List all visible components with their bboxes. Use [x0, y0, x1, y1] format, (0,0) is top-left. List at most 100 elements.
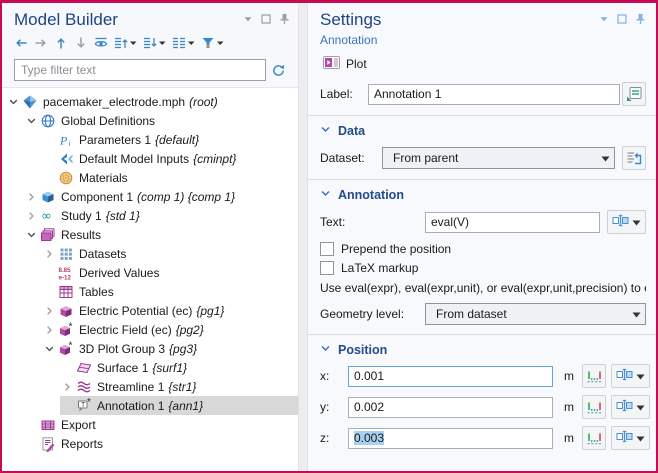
- tree-item-component-1[interactable]: Component 1(comp 1) {comp 1}: [2, 187, 298, 206]
- chevron-down-icon: [129, 35, 138, 54]
- settings-panel: Settings Annotation Plot Label: Annotati…: [308, 3, 656, 471]
- plot-group-3d-new-icon: *: [57, 341, 75, 357]
- position-z-label: z:: [320, 431, 348, 445]
- model-builder-toolbar: [12, 35, 290, 53]
- chevron-right-icon[interactable]: [60, 379, 75, 395]
- move-down-icon: [73, 35, 89, 54]
- position-z-input[interactable]: 0.003: [348, 428, 553, 449]
- range-icon[interactable]: [582, 395, 606, 419]
- prepend-position-checkbox[interactable]: [320, 242, 334, 256]
- tree-item-tag: {pg2}: [176, 323, 204, 337]
- label-input[interactable]: Annotation 1: [368, 84, 620, 105]
- position-section-header[interactable]: Position: [320, 343, 646, 357]
- section-divider: [308, 179, 656, 180]
- chevron-right-icon[interactable]: [42, 303, 57, 319]
- tree-item-tables[interactable]: Tables: [2, 282, 298, 301]
- latex-markup-checkbox[interactable]: [320, 261, 334, 275]
- tree-item-3d-plot-group-3[interactable]: *3D Plot Group 3{pg3}: [2, 339, 298, 358]
- tree-item-results[interactable]: Results: [2, 225, 298, 244]
- comsol-window: Model Builder pacemaker_electrode.mph(ro…: [0, 0, 658, 473]
- tree-item-electric-field-ec[interactable]: *Electric Field (ec){pg2}: [2, 320, 298, 339]
- filter-input[interactable]: [14, 59, 266, 81]
- settings-float-icon[interactable]: [617, 14, 627, 24]
- chevron-down-icon[interactable]: [24, 227, 39, 243]
- chevron-down-icon[interactable]: [24, 113, 39, 129]
- svg-text:T: T: [81, 402, 86, 409]
- chevron-right-icon[interactable]: [24, 208, 39, 224]
- forward-button[interactable]: [32, 35, 50, 54]
- tree-item-electric-potential-ec[interactable]: Electric Potential (ec){pg1}: [2, 301, 298, 320]
- tree-item-export[interactable]: Export: [2, 415, 298, 434]
- svg-text:8.85: 8.85: [59, 267, 72, 274]
- position-fields: x:0.001my:0.002mz:0.003m: [320, 364, 646, 450]
- position-z-row: z:0.003m: [320, 426, 646, 450]
- settings-pin-icon[interactable]: [635, 13, 646, 25]
- filter-button[interactable]: [199, 35, 226, 54]
- tree-item-default-model-inputs[interactable]: Default Model Inputs{cminpt}: [2, 149, 298, 168]
- move-down-button[interactable]: [72, 35, 90, 54]
- tree-scrollbar[interactable]: [298, 3, 308, 471]
- chevron-right-icon[interactable]: [24, 189, 39, 205]
- settings-menu-icon[interactable]: [599, 14, 609, 24]
- svg-text:∞: ∞: [41, 209, 52, 224]
- position-x-options-button[interactable]: [611, 364, 650, 388]
- streamline-plot-icon: [75, 379, 93, 395]
- tree-item-pacemaker-electrode-mph[interactable]: pacemaker_electrode.mph(root): [2, 92, 298, 111]
- tree-item-label: Results: [61, 228, 101, 242]
- annotation-section-header[interactable]: Annotation: [320, 188, 646, 202]
- range-icon[interactable]: [582, 364, 606, 388]
- tree-item-tag: {ann1}: [168, 399, 203, 413]
- svg-text:i: i: [69, 141, 71, 148]
- tree-item-streamline-1[interactable]: Streamline 1{str1}: [2, 377, 298, 396]
- position-y-unit: m: [561, 400, 577, 414]
- geometry-level-select[interactable]: From dataset: [425, 303, 646, 325]
- chevron-right-icon[interactable]: [42, 322, 57, 338]
- data-section-header[interactable]: Data: [320, 124, 646, 138]
- plot-button[interactable]: Plot: [320, 54, 370, 74]
- move-up-button[interactable]: [52, 35, 70, 54]
- position-y-input[interactable]: 0.002: [348, 397, 553, 418]
- chevron-down-icon[interactable]: [42, 341, 57, 357]
- position-x-label: x:: [320, 369, 348, 383]
- tree-item-label: Parameters 1: [79, 133, 151, 147]
- position-x-row: x:0.001m: [320, 364, 646, 388]
- show-button[interactable]: [92, 35, 110, 54]
- tree-item-derived-values[interactable]: 8.85e-12Derived Values: [2, 263, 298, 282]
- text-field-options-button[interactable]: [607, 210, 646, 234]
- chevron-down-icon: [636, 400, 645, 414]
- panel-float-icon[interactable]: [261, 14, 271, 24]
- label-settings-icon[interactable]: [622, 82, 646, 106]
- chevron-right-icon[interactable]: [42, 246, 57, 262]
- tree-item-datasets[interactable]: Datasets: [2, 244, 298, 263]
- tree-item-annotation-1[interactable]: T*Annotation 1{ann1}: [2, 396, 298, 415]
- dataset-goto-source-icon[interactable]: [622, 146, 646, 170]
- position-z-options-button[interactable]: [611, 426, 650, 450]
- tree-item-surface-1[interactable]: Surface 1{surf1}: [2, 358, 298, 377]
- chevron-down-icon: [187, 35, 196, 54]
- range-icon[interactable]: [582, 426, 606, 450]
- expand-tree-button[interactable]: [112, 35, 139, 54]
- panel-menu-icon[interactable]: [243, 14, 253, 24]
- tree-item-global-definitions[interactable]: Global Definitions: [2, 111, 298, 130]
- surface-plot-icon: [75, 360, 93, 376]
- annotation-text-input[interactable]: eval(V): [425, 212, 600, 233]
- chevron-down-icon[interactable]: [6, 94, 21, 110]
- parameters-icon: Pi: [57, 132, 75, 148]
- chevron-down-icon: [636, 431, 645, 445]
- node-label-button[interactable]: [170, 35, 197, 54]
- panel-pin-icon[interactable]: [279, 13, 290, 25]
- collapse-tree-button[interactable]: [141, 35, 168, 54]
- dataset-select[interactable]: From parent: [382, 147, 615, 169]
- settings-breadcrumb[interactable]: Annotation: [320, 33, 646, 47]
- tree-item-parameters-1[interactable]: PiParameters 1{default}: [2, 130, 298, 149]
- tree-item-materials[interactable]: Materials: [2, 168, 298, 187]
- tree-item-label: Surface 1: [97, 361, 148, 375]
- tree-item-reports[interactable]: Reports: [2, 434, 298, 453]
- position-y-options-button[interactable]: [611, 395, 650, 419]
- refresh-icon[interactable]: [266, 63, 290, 78]
- plot-group-3d-new-icon: *: [57, 322, 75, 338]
- position-x-input[interactable]: 0.001: [348, 366, 553, 387]
- datasets-icon: [57, 246, 75, 262]
- tree-item-study-1[interactable]: ∞Study 1{std 1}: [2, 206, 298, 225]
- back-button[interactable]: [12, 35, 30, 54]
